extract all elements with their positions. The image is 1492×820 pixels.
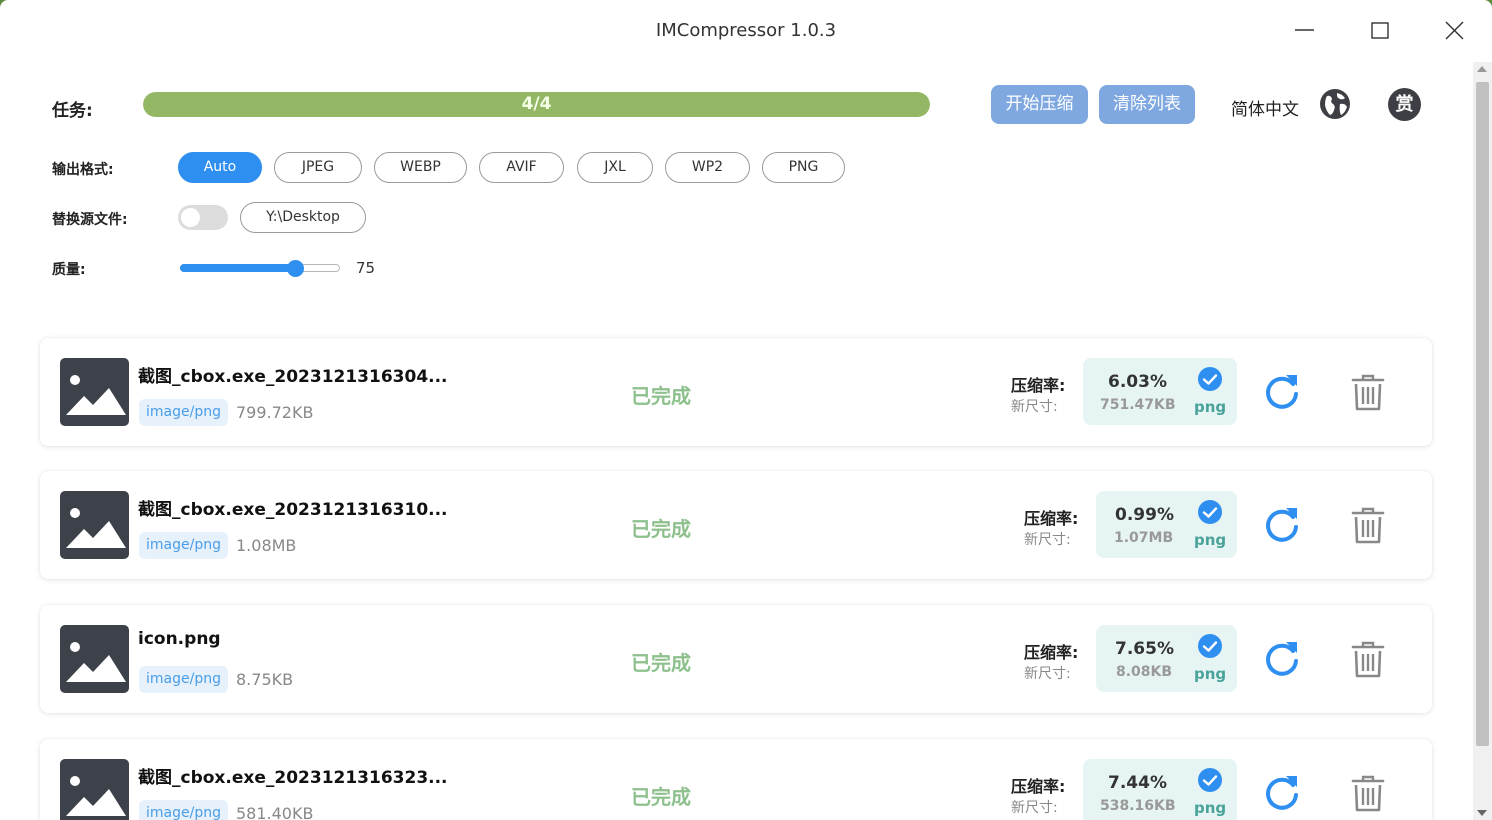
maximize-icon <box>1371 22 1389 39</box>
retry-icon[interactable] <box>1262 505 1302 545</box>
output-extension: png <box>1194 531 1227 549</box>
vertical-scrollbar[interactable] <box>1473 62 1492 820</box>
globe-icon[interactable] <box>1318 87 1352 121</box>
result-panel[interactable]: 7.65% 8.08KB png <box>1096 625 1237 692</box>
file-name: icon.png <box>138 629 221 649</box>
new-size: 538.16KB <box>1100 798 1176 814</box>
reward-button[interactable]: 赏 <box>1388 88 1421 121</box>
file-card: 截图_cbox.exe_2023121316310... image/png 1… <box>40 471 1432 579</box>
file-card: 截图_cbox.exe_2023121316323... image/png 5… <box>40 739 1432 820</box>
new-size-label: 新尺寸: <box>1011 800 1058 816</box>
compression-ratio: 6.03% <box>1108 372 1167 392</box>
rate-label: 压缩率: <box>1011 777 1066 796</box>
replace-source-toggle[interactable] <box>178 205 228 230</box>
app-window: IMCompressor 1.0.3 任务: 4/4 开始压缩 清除列表 简体中… <box>0 0 1492 820</box>
minimize-button[interactable] <box>1282 12 1326 50</box>
minimize-icon <box>1295 29 1314 31</box>
task-label: 任务: <box>52 101 93 121</box>
mime-badge: image/png <box>139 532 228 559</box>
format-option-webp[interactable]: WEBP <box>374 152 467 183</box>
format-option-png[interactable]: PNG <box>762 152 845 183</box>
rate-label: 压缩率: <box>1024 509 1079 528</box>
maximize-button[interactable] <box>1358 12 1402 50</box>
scroll-thumb[interactable] <box>1476 82 1489 746</box>
quality-value: 75 <box>356 259 376 277</box>
title-bar: IMCompressor 1.0.3 <box>0 0 1492 62</box>
trash-icon[interactable] <box>1350 773 1386 813</box>
new-size: 751.47KB <box>1100 397 1176 413</box>
new-size-label: 新尺寸: <box>1024 666 1071 682</box>
compression-ratio: 7.65% <box>1115 639 1174 659</box>
progress-text: 4/4 <box>521 94 552 114</box>
status-text: 已完成 <box>631 785 691 809</box>
image-placeholder-icon <box>60 759 129 820</box>
output-path-button[interactable]: Y:\Desktop <box>240 202 366 233</box>
clear-list-button[interactable]: 清除列表 <box>1099 85 1195 124</box>
mime-badge: image/png <box>139 800 228 820</box>
output-extension: png <box>1194 799 1227 817</box>
check-icon <box>1198 367 1222 391</box>
status-text: 已完成 <box>631 517 691 541</box>
format-option-auto[interactable]: Auto <box>178 152 262 183</box>
check-icon <box>1198 634 1222 658</box>
slider-fill <box>180 264 296 272</box>
close-icon <box>1445 21 1464 40</box>
check-icon <box>1198 500 1222 524</box>
format-option-wp2[interactable]: WP2 <box>665 152 750 183</box>
toggle-knob <box>181 208 200 227</box>
output-extension: png <box>1194 398 1227 416</box>
status-text: 已完成 <box>631 651 691 675</box>
rate-label: 压缩率: <box>1024 643 1079 662</box>
mime-badge: image/png <box>139 399 228 426</box>
file-name: 截图_cbox.exe_2023121316304... <box>138 367 448 387</box>
result-panel[interactable]: 0.99% 1.07MB png <box>1096 491 1237 558</box>
slider-thumb[interactable] <box>287 260 305 277</box>
trash-icon[interactable] <box>1350 639 1386 679</box>
format-option-jxl[interactable]: JXL <box>577 152 653 183</box>
window-title: IMCompressor 1.0.3 <box>655 20 837 41</box>
image-placeholder-icon <box>60 625 129 693</box>
compression-ratio: 0.99% <box>1115 505 1174 525</box>
scroll-up-arrow[interactable] <box>1477 66 1487 72</box>
file-name: 截图_cbox.exe_2023121316310... <box>138 500 448 520</box>
file-size: 8.75KB <box>236 670 294 689</box>
check-icon <box>1198 768 1222 792</box>
start-compress-button[interactable]: 开始压缩 <box>991 85 1088 124</box>
format-option-avif[interactable]: AVIF <box>479 152 564 183</box>
trash-icon[interactable] <box>1350 505 1386 545</box>
retry-icon[interactable] <box>1262 773 1302 813</box>
image-placeholder-icon <box>60 491 129 559</box>
quality-label: 质量: <box>52 262 86 278</box>
close-button[interactable] <box>1432 12 1476 50</box>
output-format-label: 输出格式: <box>52 162 114 178</box>
new-size-label: 新尺寸: <box>1024 532 1071 548</box>
file-size: 1.08MB <box>236 536 297 555</box>
file-card: 截图_cbox.exe_2023121316304... image/png 7… <box>40 338 1432 446</box>
rate-label: 压缩率: <box>1011 376 1066 395</box>
file-name: 截图_cbox.exe_2023121316323... <box>138 768 448 788</box>
file-size: 581.40KB <box>236 804 314 820</box>
file-size: 799.72KB <box>236 403 314 422</box>
new-size: 1.07MB <box>1114 530 1174 546</box>
trash-icon[interactable] <box>1350 372 1386 412</box>
mime-badge: image/png <box>139 666 228 693</box>
compression-ratio: 7.44% <box>1108 773 1167 793</box>
result-panel[interactable]: 7.44% 538.16KB png <box>1083 759 1237 820</box>
result-panel[interactable]: 6.03% 751.47KB png <box>1083 358 1237 425</box>
retry-icon[interactable] <box>1262 372 1302 412</box>
new-size-label: 新尺寸: <box>1011 399 1058 415</box>
format-option-jpeg[interactable]: JPEG <box>274 152 362 183</box>
status-text: 已完成 <box>631 384 691 408</box>
file-card: icon.png image/png 8.75KB 已完成 压缩率: 新尺寸: … <box>40 605 1432 713</box>
language-selector[interactable]: 简体中文 <box>1231 95 1299 120</box>
task-progress-bar: 4/4 <box>143 92 930 117</box>
output-extension: png <box>1194 665 1227 683</box>
retry-icon[interactable] <box>1262 639 1302 679</box>
replace-source-label: 替换源文件: <box>52 212 128 228</box>
quality-slider[interactable] <box>180 260 340 277</box>
scroll-down-arrow[interactable] <box>1477 810 1487 816</box>
new-size: 8.08KB <box>1116 664 1173 680</box>
image-placeholder-icon <box>60 358 129 426</box>
